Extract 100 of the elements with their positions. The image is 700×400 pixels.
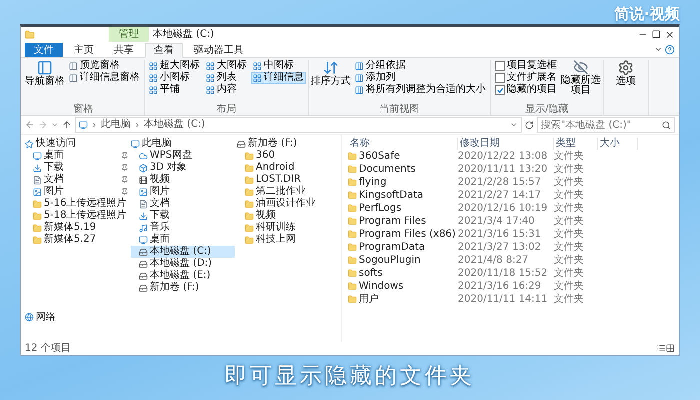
nav-item[interactable]: 本地磁盘 (E:) xyxy=(131,270,235,282)
nav-item[interactable]: Android xyxy=(237,162,337,174)
drive-icon xyxy=(139,284,148,292)
folder-icon xyxy=(348,152,357,161)
brand-logo: 简说·视频 xyxy=(614,4,680,24)
maximize-icon[interactable] xyxy=(652,30,661,39)
nav-item[interactable]: 5-18上传远程照片 xyxy=(25,210,129,222)
nav-item[interactable]: 新加卷 (F:) xyxy=(237,138,337,150)
nav-item[interactable]: 3D 对象 xyxy=(131,162,235,174)
nav-item[interactable]: 新加卷 (F:) xyxy=(131,282,235,294)
file-type: 文件夹 xyxy=(554,280,585,292)
nav-item[interactable]: 桌面 xyxy=(131,234,235,246)
ribbon-tab[interactable]: 驱动器工具 xyxy=(185,42,253,56)
checkbox[interactable] xyxy=(495,73,505,83)
nav-item[interactable]: 下载 xyxy=(25,162,129,174)
modified-date: 2021/3/4 17:40 xyxy=(458,216,536,228)
view-option[interactable]: 中图标 xyxy=(251,60,306,72)
icons-view-icon[interactable] xyxy=(666,344,675,353)
nav-item[interactable]: 下载 xyxy=(131,210,235,222)
checkbox-option[interactable]: 项目复选框 xyxy=(493,60,559,72)
chevron-icon xyxy=(134,122,141,128)
nav-item[interactable]: 快速访问 xyxy=(25,138,129,150)
ribbon-button[interactable]: 选项 xyxy=(606,60,646,96)
ribbon-button[interactable]: 分组依据 xyxy=(353,60,488,72)
nav-item[interactable]: 360 xyxy=(237,150,337,162)
breadcrumb[interactable]: 本地磁盘 (C:) xyxy=(144,119,206,131)
checkbox[interactable] xyxy=(495,61,505,71)
up-icon[interactable] xyxy=(62,120,72,130)
columns-icon xyxy=(355,74,364,82)
nav-item[interactable]: 本地磁盘 (D:) xyxy=(131,258,235,270)
view-option[interactable]: 平铺 xyxy=(147,84,202,96)
file-menu-tab[interactable]: 文件 xyxy=(25,42,63,56)
back-icon[interactable] xyxy=(25,120,35,130)
hide-icon xyxy=(573,60,589,75)
search-field[interactable]: 搜索"本地磁盘 (C:)" xyxy=(537,117,675,133)
details-view-icon[interactable] xyxy=(657,344,666,353)
folder-icon xyxy=(245,200,254,208)
file-type: 文件夹 xyxy=(554,150,585,162)
desktop-icon xyxy=(139,236,148,244)
address-bar[interactable]: 此电脑 本地磁盘 (C:) xyxy=(75,117,522,133)
recent-icon[interactable] xyxy=(51,121,59,129)
ribbon-button[interactable]: 排序方式 xyxy=(311,60,351,96)
nav-item[interactable]: 网络 xyxy=(25,312,129,324)
collapse-icon[interactable] xyxy=(654,45,663,54)
cube-icon xyxy=(139,164,148,172)
ribbon-button[interactable]: 预览窗格 xyxy=(67,60,142,72)
ribbon-tab[interactable]: 共享 xyxy=(105,42,143,56)
document-icon xyxy=(139,200,148,208)
ribbon-button[interactable]: 隐藏所选项目 xyxy=(561,60,601,96)
film-icon xyxy=(139,176,148,184)
refresh-icon[interactable] xyxy=(525,120,534,130)
breadcrumb[interactable]: 此电脑 xyxy=(101,119,131,131)
nav-item[interactable]: 文档 xyxy=(131,198,235,210)
view-option[interactable]: 超大图标 xyxy=(147,60,202,72)
nav-item[interactable]: 科研训练 xyxy=(237,222,337,234)
column-header[interactable]: 修改日期 xyxy=(458,138,554,150)
nav-item[interactable]: 桌面 xyxy=(25,150,129,162)
column-header[interactable]: 大小 xyxy=(598,138,638,150)
nav-item[interactable]: 油画设计作业 xyxy=(237,198,337,210)
ribbon-button[interactable]: 详细信息窗格 xyxy=(67,72,142,84)
pane-icon xyxy=(69,62,78,70)
nav-item[interactable]: 音乐 xyxy=(131,222,235,234)
help-icon[interactable] xyxy=(665,44,675,54)
column-header[interactable]: 名称 xyxy=(348,138,458,150)
nav-item[interactable]: 本地磁盘 (C:) xyxy=(131,246,235,258)
nav-item[interactable]: 第二批作业 xyxy=(237,186,337,198)
nav-item[interactable]: LOST.DIR xyxy=(237,174,337,186)
nav-item[interactable]: 5-16上传远程照片 xyxy=(25,198,129,210)
network-icon xyxy=(25,313,34,322)
nav-item[interactable]: 文档 xyxy=(25,174,129,186)
view-icon xyxy=(149,86,158,94)
close-icon[interactable] xyxy=(665,30,675,40)
checkbox[interactable] xyxy=(495,85,505,95)
nav-item[interactable]: 新媒体5.27 xyxy=(25,234,129,246)
column-header[interactable]: 类型 xyxy=(554,138,598,150)
ribbon-tab[interactable]: 查看 xyxy=(145,43,183,58)
dropdown-icon xyxy=(510,121,518,129)
nav-item[interactable]: 视频 xyxy=(237,210,337,222)
view-option[interactable]: 大图标 xyxy=(204,60,249,72)
nav-item[interactable]: 科技上网 xyxy=(237,234,337,246)
nav-item[interactable]: 图片 xyxy=(131,186,235,198)
view-option[interactable]: 详细信息 xyxy=(251,72,306,84)
checkbox-option[interactable]: 文件扩展名 xyxy=(493,72,559,84)
desktop-icon xyxy=(33,152,42,160)
file-name: Documents xyxy=(348,164,458,176)
view-option[interactable]: 内容 xyxy=(204,84,249,96)
view-option[interactable]: 列表 xyxy=(204,72,249,84)
ribbon-button[interactable]: 添加列 xyxy=(353,72,488,84)
folder-icon xyxy=(245,188,254,196)
nav-item[interactable]: 此电脑 xyxy=(131,138,235,150)
checkbox-option[interactable]: 隐藏的项目 xyxy=(493,84,559,96)
nav-item[interactable]: 图片 xyxy=(25,186,129,198)
ribbon-button[interactable]: 导航窗格 xyxy=(25,60,65,96)
nav-item[interactable]: 新媒体5.19 xyxy=(25,222,129,234)
ribbon-tab[interactable]: 主页 xyxy=(65,42,103,56)
ribbon-button[interactable]: 将所有列调整为合适的大小 xyxy=(353,84,488,96)
nav-item[interactable]: WPS网盘 xyxy=(131,150,235,162)
view-option[interactable]: 小图标 xyxy=(147,72,202,84)
folder-icon xyxy=(245,212,254,220)
nav-item[interactable]: 视频 xyxy=(131,174,235,186)
